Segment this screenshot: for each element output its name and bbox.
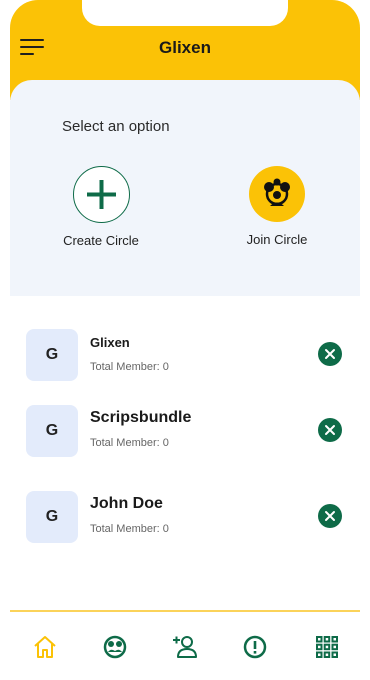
plus-icon [72, 166, 130, 223]
close-icon[interactable] [318, 342, 342, 366]
avatar: G [26, 405, 78, 457]
options-heading: Select an option [62, 118, 170, 135]
circle-name: John Doe [90, 495, 163, 512]
group-icon [249, 166, 305, 222]
join-circle-label: Join Circle [246, 232, 308, 247]
options-panel: Select an option Create Circle Join Circ… [10, 80, 360, 296]
create-circle-button[interactable]: Create Circle [46, 166, 156, 248]
join-circle-button[interactable]: Join Circle [222, 166, 332, 247]
app-screen: Glixen Select an option Create Circle Jo… [10, 0, 360, 680]
grid-menu-icon[interactable] [312, 632, 342, 662]
avatar: G [26, 491, 78, 543]
circle-group-icon[interactable] [100, 632, 130, 662]
member-count: Total Member: 0 [90, 361, 169, 373]
list-item[interactable]: G Glixen Total Member: 0 [26, 329, 346, 381]
list-item[interactable]: G John Doe Total Member: 0 [26, 491, 346, 543]
circle-name: Glixen [90, 335, 130, 350]
close-icon[interactable] [318, 418, 342, 442]
member-count: Total Member: 0 [90, 523, 169, 535]
avatar: G [26, 329, 78, 381]
close-icon[interactable] [318, 504, 342, 528]
bottom-nav [10, 618, 360, 676]
member-count: Total Member: 0 [90, 437, 169, 449]
home-icon[interactable] [30, 632, 60, 662]
bottom-nav-divider [10, 610, 360, 612]
list-item[interactable]: G Scripsbundle Total Member: 0 [26, 405, 346, 457]
device-notch [82, 0, 288, 26]
add-user-icon[interactable] [170, 632, 200, 662]
alert-icon[interactable] [240, 632, 270, 662]
create-circle-label: Create Circle [63, 233, 139, 248]
circle-name: Scripsbundle [90, 409, 192, 426]
app-title: Glixen [159, 38, 211, 57]
